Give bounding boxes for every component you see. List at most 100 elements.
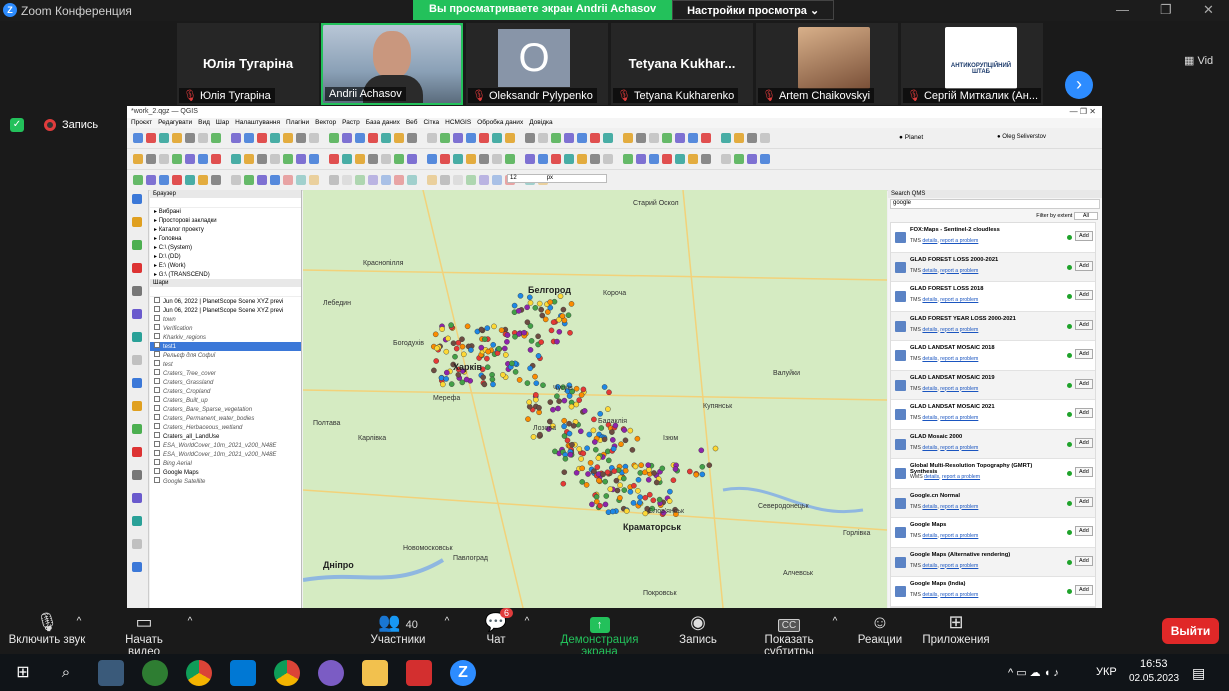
- toolbar-tool-icon[interactable]: [185, 154, 195, 164]
- layer-item[interactable]: ESA_WorldCover_10m_2021_v200_N48E: [150, 450, 301, 459]
- browser-item[interactable]: ▸ Вибрані: [150, 208, 301, 217]
- toolbar-tool-icon[interactable]: [198, 154, 208, 164]
- toolbar-tool-icon[interactable]: [309, 175, 319, 185]
- toolbar-tool-icon[interactable]: [159, 154, 169, 164]
- layer-item[interactable]: town: [150, 315, 301, 324]
- toolbar-tool-icon[interactable]: [492, 175, 502, 185]
- menu-item[interactable]: HCMGIS: [445, 119, 471, 127]
- participant-tile[interactable]: O 🎙 Oleksandr Pylypenko: [466, 23, 608, 105]
- add-button[interactable]: Add: [1075, 260, 1093, 271]
- minimize-icon[interactable]: —: [1116, 2, 1129, 17]
- toolbar-tool-icon[interactable]: [427, 154, 437, 164]
- toolbar-tool-icon[interactable]: [231, 133, 241, 143]
- toolbar-tool-icon[interactable]: [381, 175, 391, 185]
- menu-item[interactable]: Веб: [406, 119, 418, 127]
- tool-icon[interactable]: [132, 286, 142, 296]
- toolbar-tool-icon[interactable]: [505, 154, 515, 164]
- toolbar-tool-icon[interactable]: [701, 154, 711, 164]
- close-icon[interactable]: ✕: [1203, 2, 1214, 18]
- toolbar-tool-icon[interactable]: [662, 133, 672, 143]
- toolbar-tool-icon[interactable]: [636, 133, 646, 143]
- toolbar-tool-icon[interactable]: [603, 154, 613, 164]
- toolbar-tool-icon[interactable]: [368, 133, 378, 143]
- chrome-profile-icon[interactable]: [274, 660, 300, 686]
- toolbar-tool-icon[interactable]: [505, 133, 515, 143]
- layer-item[interactable]: Jun 06, 2022 | PlanetScope Scene XYZ pre…: [150, 306, 301, 315]
- toolbar-tool-icon[interactable]: [734, 154, 744, 164]
- toolbar-tool-icon[interactable]: [394, 133, 404, 143]
- toolbar-tool-icon[interactable]: [296, 154, 306, 164]
- browser-item[interactable]: ▸ Просторові закладки: [150, 217, 301, 226]
- toolbar-tool-icon[interactable]: [329, 175, 339, 185]
- chat-chevron-icon[interactable]: ^: [520, 616, 534, 627]
- toolbar-tool-icon[interactable]: [368, 175, 378, 185]
- toolbar-tool-icon[interactable]: [185, 133, 195, 143]
- layer-item[interactable]: Jun 06, 2022 | PlanetScope Scene XYZ pre…: [150, 297, 301, 306]
- toolbar-tool-icon[interactable]: [466, 133, 476, 143]
- participant-tile[interactable]: АНТИКОРУПЦІЙНИЙ ШТАБ 🎙 Сергій Миткалик (А…: [901, 23, 1043, 105]
- toolbar-tool-icon[interactable]: [590, 133, 600, 143]
- browser-item[interactable]: ▸ Головна: [150, 235, 301, 244]
- next-page-button[interactable]: ›: [1065, 71, 1093, 99]
- menu-item[interactable]: Довідка: [529, 119, 552, 127]
- toolbar-tool-icon[interactable]: [394, 175, 404, 185]
- toolbar-tool-icon[interactable]: [146, 133, 156, 143]
- toolbar-tool-icon[interactable]: [172, 175, 182, 185]
- tool-icon[interactable]: [132, 217, 142, 227]
- toolbar-tool-icon[interactable]: [721, 154, 731, 164]
- layer-item[interactable]: Craters_Tree_cover: [150, 369, 301, 378]
- add-button[interactable]: Add: [1075, 526, 1093, 536]
- report-link[interactable]: report a problem: [940, 445, 978, 451]
- menu-item[interactable]: База даних: [366, 119, 400, 127]
- layer-item[interactable]: Craters_Grassland: [150, 378, 301, 387]
- tool-icon[interactable]: [132, 378, 142, 388]
- chat-button[interactable]: 💬 6 Чат: [480, 608, 514, 646]
- toolbar-tool-icon[interactable]: [257, 175, 267, 185]
- layer-item[interactable]: Kharkiv_regions: [150, 333, 301, 342]
- menu-item[interactable]: Шар: [216, 119, 229, 127]
- toolbar-tool-icon[interactable]: [479, 154, 489, 164]
- tool-icon[interactable]: [132, 355, 142, 365]
- toolbar-tool-icon[interactable]: [721, 133, 731, 143]
- search-icon[interactable]: ⌕: [53, 660, 79, 686]
- toolbar-tool-icon[interactable]: [466, 175, 476, 185]
- toolbar-tool-icon[interactable]: [244, 154, 254, 164]
- add-button[interactable]: Add: [1075, 408, 1093, 418]
- toolbar-tool-icon[interactable]: [198, 133, 208, 143]
- share-screen-button[interactable]: ↑ Демонстрация экрана: [542, 610, 657, 658]
- toolbar-tool-icon[interactable]: [146, 175, 156, 185]
- clock-time[interactable]: 16:53: [1140, 658, 1168, 670]
- toolbar-tool-icon[interactable]: [355, 154, 365, 164]
- toolbar-tool-icon[interactable]: [283, 133, 293, 143]
- subtitles-button[interactable]: CC Показать субтитры: [739, 610, 839, 658]
- add-button[interactable]: Add: [1075, 555, 1093, 566]
- toolbar-tool-icon[interactable]: [760, 133, 770, 143]
- tool-icon[interactable]: [132, 401, 142, 411]
- participant-tile[interactable]: Tetyana Kukhar... 🎙 Tetyana Kukharenko: [611, 23, 753, 105]
- report-link[interactable]: report a problem: [940, 504, 978, 510]
- reactions-button[interactable]: ☺ Реакции: [856, 610, 904, 646]
- acrobat-icon[interactable]: [406, 660, 432, 686]
- toolbar-tool-icon[interactable]: [577, 133, 587, 143]
- report-link[interactable]: report a problem: [940, 533, 978, 539]
- toolbar-tool-icon[interactable]: [564, 133, 574, 143]
- menu-item[interactable]: Проєкт: [131, 119, 152, 127]
- toolbar-tool-icon[interactable]: [296, 175, 306, 185]
- record-button[interactable]: ◉ Запись: [678, 610, 718, 646]
- toolbar-tool-icon[interactable]: [198, 175, 208, 185]
- report-link[interactable]: report a problem: [940, 356, 978, 362]
- tool-icon[interactable]: [132, 240, 142, 250]
- menu-item[interactable]: Вид: [198, 119, 210, 127]
- size-input[interactable]: 12 px: [507, 174, 607, 183]
- toolbar-tool-icon[interactable]: [342, 133, 352, 143]
- add-button[interactable]: Add: [1075, 290, 1093, 300]
- qms-search-input[interactable]: google: [890, 199, 1100, 209]
- participants-button[interactable]: 👥 40 Участники: [368, 610, 428, 646]
- browser-item[interactable]: ▸ E:\ (Work): [150, 262, 301, 271]
- toolbar-tool-icon[interactable]: [211, 133, 221, 143]
- add-button[interactable]: Add: [1075, 585, 1093, 595]
- layer-item[interactable]: Craters_all_LandUse: [150, 432, 301, 441]
- toolbar-tool-icon[interactable]: [283, 175, 293, 185]
- layer-item[interactable]: Рельєф для Софиї: [150, 351, 301, 360]
- details-link[interactable]: details: [922, 386, 937, 392]
